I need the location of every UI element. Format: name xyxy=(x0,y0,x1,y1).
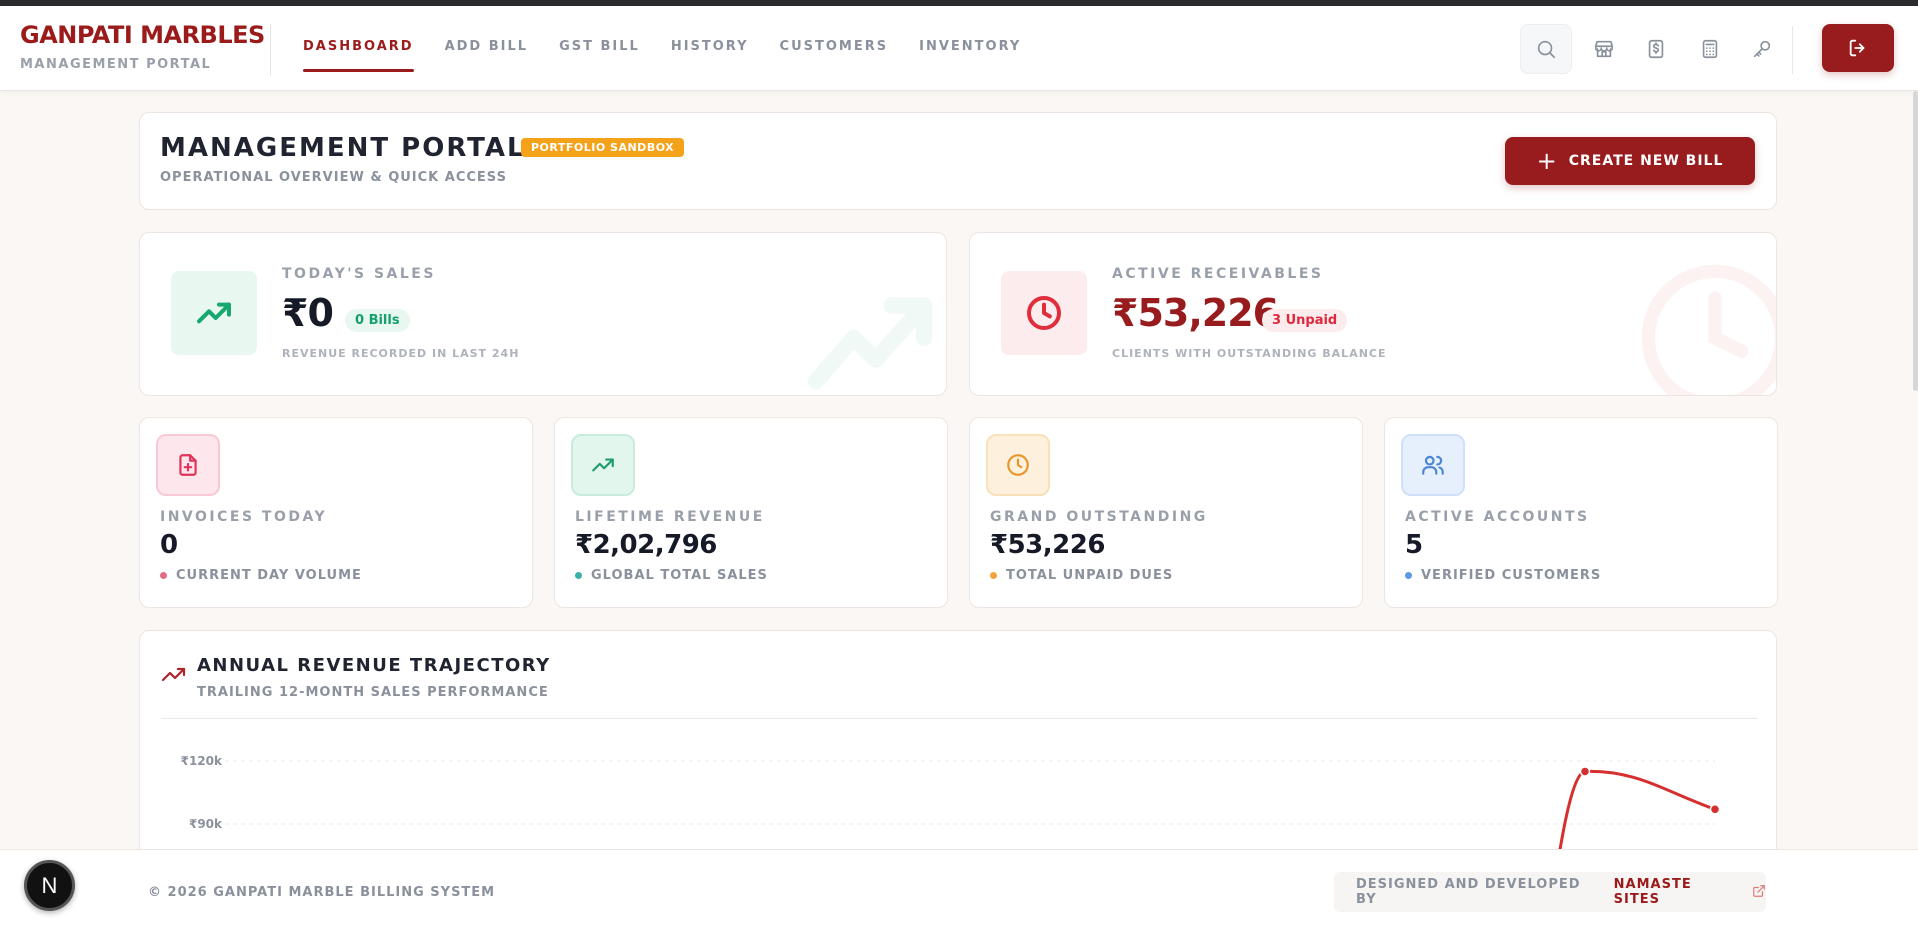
active-accounts-card[interactable]: ACTIVE ACCOUNTS 5 VERIFIED CUSTOMERS xyxy=(1384,417,1778,608)
grand-outstanding-card[interactable]: GRAND OUTSTANDING ₹53,226 TOTAL UNPAID D… xyxy=(969,417,1363,608)
credit-label: DESIGNED AND DEVELOPED BY xyxy=(1356,877,1581,907)
key-button[interactable] xyxy=(1736,24,1788,74)
copyright-text: © 2026 GANPATI MARBLE BILLING SYSTEM xyxy=(148,885,496,900)
data-point[interactable] xyxy=(1709,804,1721,815)
invoices-today-value: 0 xyxy=(160,530,178,560)
todays-sales-caption: REVENUE RECORDED IN LAST 24H xyxy=(282,347,520,360)
lifetime-revenue-label: LIFETIME REVENUE xyxy=(575,509,765,525)
lifetime-revenue-caption: GLOBAL TOTAL SALES xyxy=(575,568,768,583)
sandbox-badge: PORTFOLIO SANDBOX xyxy=(521,138,685,157)
status-dot xyxy=(990,572,997,579)
dev-tools-badge[interactable]: N xyxy=(24,860,75,911)
trending-up-icon xyxy=(171,271,257,355)
store-icon xyxy=(1594,40,1614,58)
credit-box: DESIGNED AND DEVELOPED BY NAMASTE SITES xyxy=(1334,872,1766,912)
active-accounts-caption: VERIFIED CUSTOMERS xyxy=(1405,568,1601,583)
caption-text: TOTAL UNPAID DUES xyxy=(1006,568,1174,583)
trending-up-icon xyxy=(161,667,186,682)
todays-sales-value: ₹0 xyxy=(282,291,334,335)
search-button[interactable] xyxy=(1520,24,1572,74)
status-dot xyxy=(575,572,582,579)
todays-sales-card[interactable]: TODAY'S SALES ₹0 0 Bills REVENUE RECORDE… xyxy=(139,232,947,396)
plus-icon: + xyxy=(1536,147,1557,175)
search-icon xyxy=(1537,40,1556,59)
clock-watermark-icon xyxy=(1641,264,1776,395)
calculator-icon xyxy=(1702,39,1718,59)
external-link-icon[interactable] xyxy=(1752,883,1766,902)
caption-text: CURRENT DAY VOLUME xyxy=(176,568,362,583)
nav-history[interactable]: HISTORY xyxy=(671,39,749,54)
page-subtitle: OPERATIONAL OVERVIEW & QUICK ACCESS xyxy=(160,170,507,185)
bills-count-badge: 0 Bills xyxy=(345,309,410,332)
receivables-caption: CLIENTS WITH OUTSTANDING BALANCE xyxy=(1112,347,1387,360)
trending-up-watermark-icon xyxy=(807,297,933,390)
file-plus-icon xyxy=(156,434,220,496)
main-nav: DASHBOARD ADD BILL GST BILL HISTORY CUST… xyxy=(303,39,1052,72)
scrollbar[interactable] xyxy=(1913,91,1918,391)
grand-outstanding-value: ₹53,226 xyxy=(990,530,1105,560)
chart-title: ANNUAL REVENUE TRAJECTORY xyxy=(197,655,551,676)
nav-dashboard[interactable]: DASHBOARD xyxy=(303,39,414,72)
nav-gst-bill[interactable]: GST BILL xyxy=(559,39,640,54)
receivables-value: ₹53,226 xyxy=(1112,291,1279,335)
active-receivables-card[interactable]: ACTIVE RECEIVABLES ₹53,226 3 Unpaid CLIE… xyxy=(969,232,1777,396)
divider xyxy=(270,24,271,76)
data-point[interactable] xyxy=(1579,766,1591,777)
unpaid-count-badge: 3 Unpaid xyxy=(1262,309,1348,332)
receipt-button[interactable] xyxy=(1630,24,1682,74)
active-accounts-label: ACTIVE ACCOUNTS xyxy=(1405,509,1590,525)
invoices-today-label: INVOICES TODAY xyxy=(160,509,328,525)
todays-sales-label: TODAY'S SALES xyxy=(282,266,436,282)
status-dot xyxy=(160,572,167,579)
calculator-button[interactable] xyxy=(1684,24,1736,74)
chart-subtitle: TRAILING 12-MONTH SALES PERFORMANCE xyxy=(197,685,549,700)
divider xyxy=(1792,26,1793,74)
active-accounts-value: 5 xyxy=(1405,530,1423,560)
nav-customers[interactable]: CUSTOMERS xyxy=(780,39,889,54)
grand-outstanding-label: GRAND OUTSTANDING xyxy=(990,509,1208,525)
users-icon xyxy=(1401,434,1465,496)
lifetime-revenue-value: ₹2,02,796 xyxy=(575,530,717,560)
receivables-label: ACTIVE RECEIVABLES xyxy=(1112,266,1324,282)
portal-header-card: MANAGEMENT PORTAL PORTFOLIO SANDBOX OPER… xyxy=(139,112,1777,210)
page-title: MANAGEMENT PORTAL xyxy=(160,133,526,163)
invoices-today-card[interactable]: INVOICES TODAY 0 CURRENT DAY VOLUME xyxy=(139,417,533,608)
nav-add-bill[interactable]: ADD BILL xyxy=(445,39,528,54)
logout-icon xyxy=(1849,39,1865,57)
y-tick-label: ₹90k xyxy=(189,817,223,831)
invoices-today-caption: CURRENT DAY VOLUME xyxy=(160,568,362,583)
create-new-bill-button[interactable]: + CREATE NEW BILL xyxy=(1505,137,1755,185)
nav-inventory[interactable]: INVENTORY xyxy=(919,39,1021,54)
y-tick-label: ₹120k xyxy=(181,754,223,768)
store-button[interactable] xyxy=(1578,24,1630,74)
lifetime-revenue-card[interactable]: LIFETIME REVENUE ₹2,02,796 GLOBAL TOTAL … xyxy=(554,417,948,608)
caption-text: VERIFIED CUSTOMERS xyxy=(1421,568,1602,583)
namaste-sites-link[interactable]: NAMASTE SITES xyxy=(1614,877,1742,907)
brand-name: GANPATI MARBLES xyxy=(20,21,265,49)
status-dot xyxy=(1405,572,1412,579)
create-new-bill-label: CREATE NEW BILL xyxy=(1568,153,1724,169)
brand-subtitle: MANAGEMENT PORTAL xyxy=(20,57,212,72)
trending-up-icon xyxy=(571,434,635,496)
logout-button[interactable] xyxy=(1822,24,1894,72)
caption-text: GLOBAL TOTAL SALES xyxy=(591,568,768,583)
clock-icon xyxy=(986,434,1050,496)
footer: © 2026 GANPATI MARBLE BILLING SYSTEM DES… xyxy=(0,849,1918,932)
grand-outstanding-caption: TOTAL UNPAID DUES xyxy=(990,568,1173,583)
brand[interactable]: GANPATI MARBLES MANAGEMENT PORTAL xyxy=(20,23,265,72)
top-header: GANPATI MARBLES MANAGEMENT PORTAL DASHBO… xyxy=(0,6,1918,91)
clock-icon xyxy=(1001,271,1087,355)
key-icon xyxy=(1753,40,1771,58)
currency-receipt-icon xyxy=(1648,39,1664,59)
